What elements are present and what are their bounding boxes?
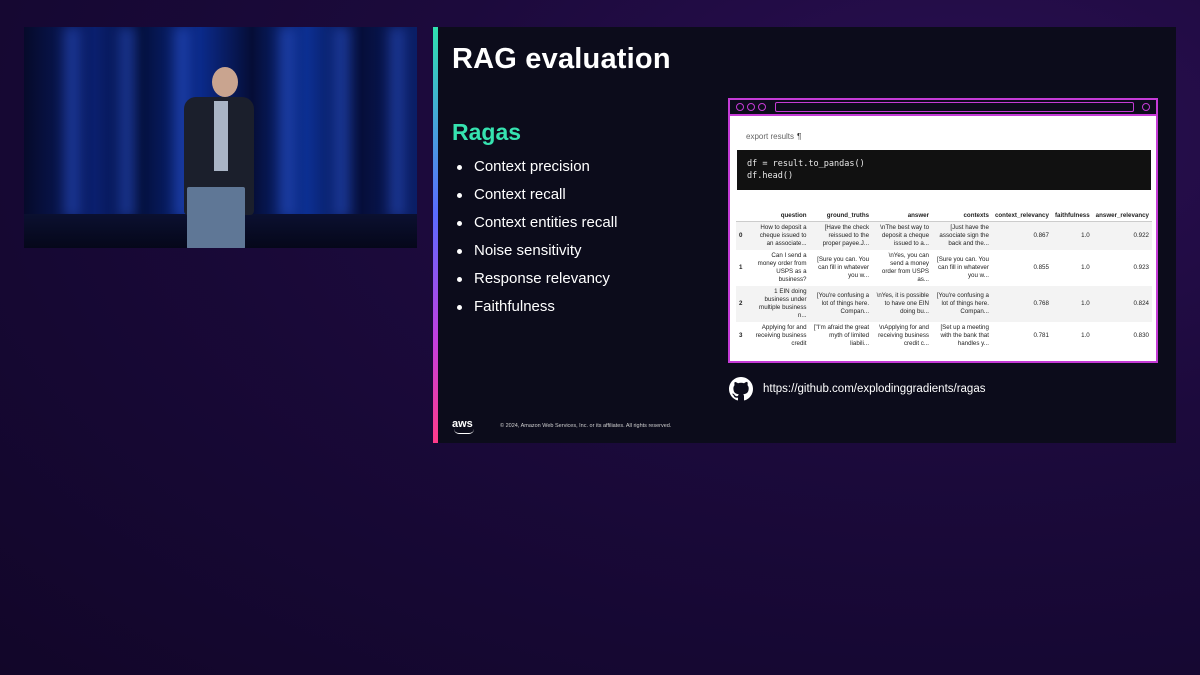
github-url: https://github.com/explodinggradients/ra… xyxy=(763,383,986,395)
bullet-icon xyxy=(457,304,462,310)
code-line: df = result.to_pandas() xyxy=(747,159,865,169)
column-header: question xyxy=(749,210,810,222)
code-line: df.head() xyxy=(747,171,794,181)
code-cell: df = result.to_pandas() df.head() xyxy=(737,150,1151,190)
column-header: faithfulness xyxy=(1051,210,1093,222)
window-dot-icon xyxy=(758,103,766,111)
table-row: 2 1 EIN doing business under multiple bu… xyxy=(736,286,1152,322)
list-item: Context precision xyxy=(457,153,617,181)
bullet-icon xyxy=(457,164,462,170)
speaker-video xyxy=(24,27,417,248)
window-dot-icon xyxy=(736,103,744,111)
window-dot-icon xyxy=(1142,103,1150,111)
list-item: Response relevancy xyxy=(457,265,617,293)
dataframe-table: question ground_truths answer contexts c… xyxy=(736,210,1152,350)
slide-accent-bar xyxy=(433,27,438,443)
pilcrow-icon: ¶ xyxy=(797,132,802,141)
list-item: Noise sensitivity xyxy=(457,237,617,265)
column-header: contexts xyxy=(932,210,992,222)
bullet-icon xyxy=(457,192,462,198)
slide-footer: aws © 2024, Amazon Web Services, Inc. or… xyxy=(452,418,671,434)
list-item: Context entities recall xyxy=(457,209,617,237)
slide-title: RAG evaluation xyxy=(452,43,671,75)
list-item: Context recall xyxy=(457,181,617,209)
bullet-icon xyxy=(457,220,462,226)
presentation-slide: RAG evaluation Ragas Context precision C… xyxy=(433,27,1176,443)
column-header: answer_relevancy xyxy=(1092,210,1152,222)
bullet-icon xyxy=(457,276,462,282)
column-header: ground_truths xyxy=(809,210,873,222)
section-title: Ragas xyxy=(452,119,522,145)
column-header: answer xyxy=(872,210,933,222)
bullet-icon xyxy=(457,248,462,254)
table-header-row: question ground_truths answer contexts c… xyxy=(736,210,1152,222)
copyright-text: © 2024, Amazon Web Services, Inc. or its… xyxy=(500,423,672,429)
markdown-cell: export results ¶ xyxy=(746,132,802,141)
table-row: 3 Applying for and receiving business cr… xyxy=(739,324,1149,347)
window-titlebar xyxy=(730,100,1156,116)
aws-smile-icon xyxy=(454,429,474,434)
list-item: Faithfulness xyxy=(457,293,617,321)
github-icon xyxy=(729,377,753,401)
address-bar xyxy=(775,102,1134,112)
column-header: context_relevancy xyxy=(991,210,1052,222)
aws-logo: aws xyxy=(452,418,478,434)
table-row: 1 Can I send a money order from USPS as … xyxy=(739,252,1149,283)
metrics-list: Context precision Context recall Context… xyxy=(457,153,617,321)
window-dot-icon xyxy=(747,103,755,111)
github-link: https://github.com/explodinggradients/ra… xyxy=(729,377,985,401)
table-row: 0 How to deposit a cheque issued to an a… xyxy=(736,221,1152,250)
notebook-window: export results ¶ df = result.to_pandas() … xyxy=(728,98,1158,363)
